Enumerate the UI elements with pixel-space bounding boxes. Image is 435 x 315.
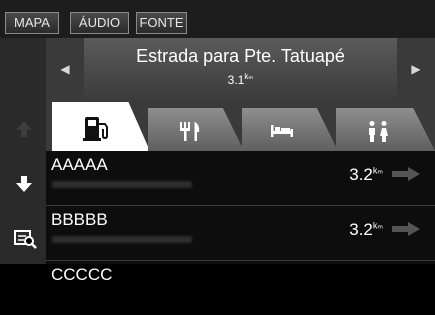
restaurant-icon bbox=[180, 122, 200, 141]
lodging-icon bbox=[271, 125, 293, 137]
list-item-name: CCCCC bbox=[51, 265, 113, 284]
distance-unit: kₘ bbox=[372, 165, 383, 176]
source-button[interactable]: FONTE bbox=[136, 12, 187, 34]
list-item-distance: 3.2kₘ bbox=[349, 165, 383, 185]
previous-segment-button[interactable]: ◀ bbox=[46, 38, 84, 100]
list-item-name: AAAAA bbox=[51, 155, 108, 174]
audio-button[interactable]: ÁUDIO bbox=[70, 12, 129, 34]
route-header: ◀ Estrada para Pte. Tatuapé 3.1kₘ ▶ bbox=[46, 38, 435, 100]
list-item-address bbox=[52, 236, 192, 243]
gas-station-icon bbox=[83, 117, 108, 141]
list-item-address bbox=[52, 181, 192, 188]
tab-gas-station[interactable] bbox=[52, 102, 150, 151]
distance-unit: kₘ bbox=[372, 220, 383, 231]
triangle-right-icon: ▶ bbox=[411, 62, 421, 76]
restroom-icon bbox=[369, 121, 388, 142]
map-button[interactable]: MAPA bbox=[5, 12, 59, 34]
distance-value: 3.2 bbox=[349, 165, 373, 184]
route-segment-distance: 3.1kₘ bbox=[84, 72, 397, 87]
route-segment-display: Estrada para Pte. Tatuapé 3.1kₘ bbox=[84, 38, 397, 100]
tab-restaurant[interactable] bbox=[148, 108, 244, 151]
results-list: AAAAA 3.2kₘ BBBBB 3.2kₘ CCCCC bbox=[46, 151, 435, 284]
tab-lodging[interactable] bbox=[242, 108, 338, 151]
search-list-icon[interactable] bbox=[14, 228, 37, 250]
next-segment-button[interactable]: ▶ bbox=[397, 38, 435, 100]
tab-restroom[interactable] bbox=[336, 108, 435, 151]
scroll-down-icon[interactable] bbox=[14, 174, 34, 196]
distance-unit: kₘ bbox=[244, 72, 254, 81]
scroll-up-icon[interactable] bbox=[14, 119, 34, 141]
distance-value: 3.2 bbox=[349, 220, 373, 239]
list-item-distance: 3.2kₘ bbox=[349, 220, 383, 240]
arrow-right-icon bbox=[392, 167, 420, 181]
list-item[interactable]: BBBBB 3.2kₘ bbox=[46, 206, 435, 261]
list-item-name: BBBBB bbox=[51, 210, 108, 229]
route-segment-title: Estrada para Pte. Tatuapé bbox=[136, 46, 345, 66]
triangle-left-icon: ◀ bbox=[60, 62, 70, 76]
distance-value: 3.1 bbox=[227, 73, 245, 87]
top-bar: MAPA ÁUDIO FONTE bbox=[0, 0, 435, 38]
arrow-right-icon bbox=[392, 222, 420, 236]
list-item[interactable]: AAAAA 3.2kₘ bbox=[46, 151, 435, 206]
list-item[interactable]: CCCCC bbox=[46, 261, 435, 315]
side-scroll-bar bbox=[0, 38, 46, 264]
category-tabs bbox=[46, 100, 435, 151]
